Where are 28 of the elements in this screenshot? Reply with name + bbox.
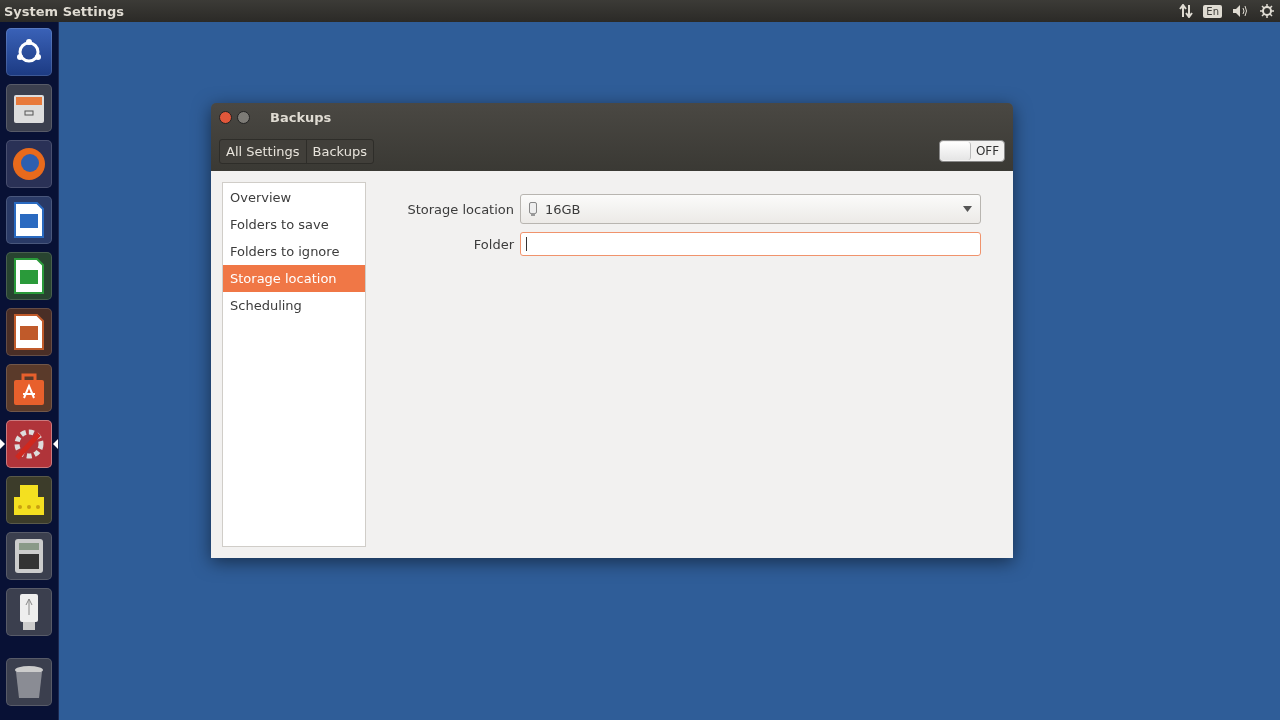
app-title: System Settings xyxy=(4,3,126,19)
sidebar-item[interactable]: Overview xyxy=(223,184,365,211)
breadcrumb-button[interactable]: Backups xyxy=(305,139,373,163)
keyboard-layout-indicator[interactable]: En xyxy=(1203,4,1222,18)
document-icon xyxy=(13,258,45,294)
document-icon xyxy=(13,202,45,238)
calculator-icon xyxy=(14,538,44,574)
field-label: Storage location xyxy=(406,201,514,217)
document-icon xyxy=(13,314,45,350)
trash-icon xyxy=(13,664,45,700)
gear-icon[interactable] xyxy=(1260,4,1274,18)
launcher-item[interactable] xyxy=(0,420,58,468)
toggle-switch[interactable]: OFF xyxy=(939,140,1005,162)
breadcrumb-button[interactable]: All Settings xyxy=(220,139,306,163)
usb-drive-icon xyxy=(18,593,40,631)
field-label: Folder xyxy=(472,236,514,252)
close-button[interactable] xyxy=(219,110,232,124)
usb-drive-icon xyxy=(529,202,537,216)
dropdown-arrow-icon xyxy=(963,206,972,212)
storage-dropdown[interactable]: 16GB xyxy=(520,194,981,224)
folder-input-field[interactable] xyxy=(520,232,981,256)
minimize-button[interactable] xyxy=(237,110,250,124)
sidebar-item[interactable]: Scheduling xyxy=(223,292,365,319)
window-title: Backups xyxy=(270,109,332,125)
sidebar-item[interactable]: Folders to ignore xyxy=(223,238,365,265)
network-arrows-icon[interactable] xyxy=(1179,4,1194,18)
sidebar-item[interactable]: Folders to save xyxy=(223,211,365,238)
volume-icon[interactable] xyxy=(1232,4,1250,18)
